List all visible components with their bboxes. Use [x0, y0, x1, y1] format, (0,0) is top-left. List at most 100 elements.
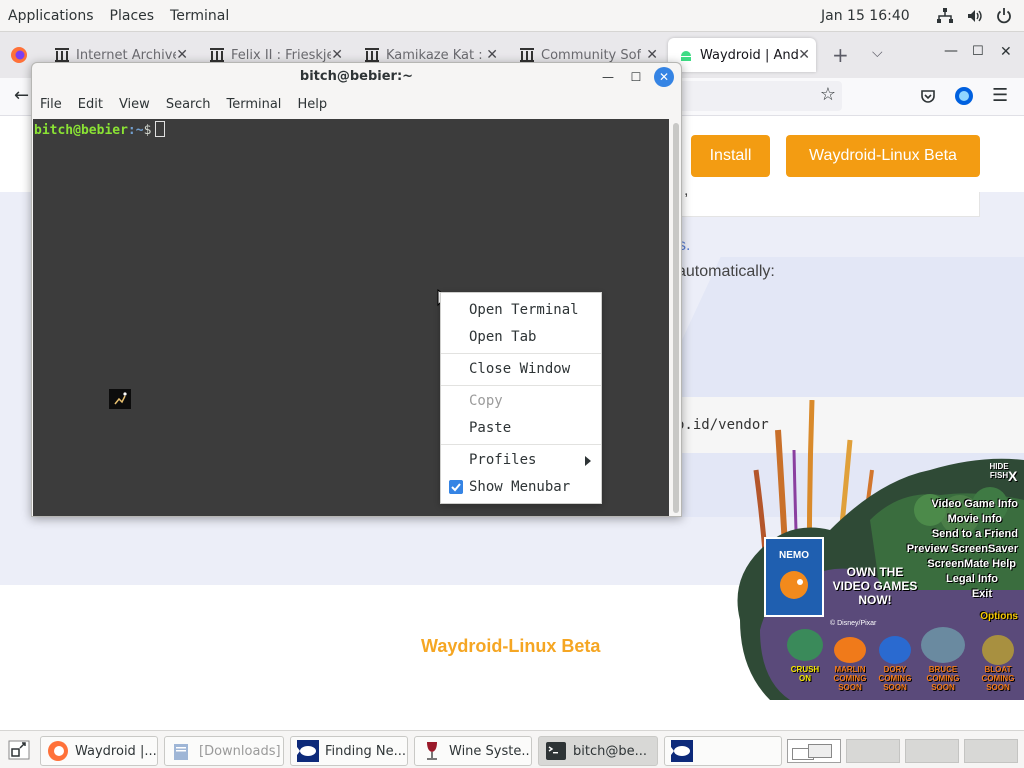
maximize-icon[interactable]: ☐ [626, 67, 646, 87]
close-tab-icon[interactable]: ✕ [646, 47, 658, 63]
menu-item-paste[interactable]: Paste [441, 415, 601, 441]
sm-movie-info[interactable]: Movie Info [948, 513, 1002, 525]
promo-line: NOW! [858, 593, 892, 607]
character-marlin[interactable]: MARLIN COMING SOON [830, 665, 870, 692]
close-tab-icon[interactable]: ✕ [331, 47, 343, 63]
volume-icon[interactable] [966, 7, 984, 25]
checkbox-checked-icon[interactable] [449, 480, 463, 494]
clock[interactable]: Jan 15 16:40 [821, 0, 910, 32]
archive-icon [55, 48, 69, 62]
character-bruce[interactable]: BRUCE COMING SOON [923, 665, 963, 692]
sm-exit[interactable]: Exit [972, 588, 992, 600]
taskbar-item-finding-nemo[interactable]: Finding Ne... [290, 736, 408, 766]
maximize-icon[interactable]: ☐ [972, 44, 984, 59]
close-icon[interactable]: ✕ [1000, 44, 1012, 60]
workspace-3[interactable] [905, 739, 959, 763]
power-icon[interactable] [995, 7, 1013, 25]
taskbar-item-downloads[interactable]: [Downloads] [164, 736, 284, 766]
tab-waydroid[interactable]: Waydroid | Andr ✕ [668, 38, 816, 72]
close-tab-icon[interactable]: ✕ [486, 47, 498, 63]
taskbar-item-wine[interactable]: Wine Syste... [414, 736, 532, 766]
tab-label: Community Soft [541, 47, 641, 63]
page-text: , [684, 182, 689, 199]
promo-line: OWN THE [846, 565, 904, 579]
shell-prompt: bitch@bebier:~$ [34, 121, 166, 138]
taskbar-item-terminal[interactable]: bitch@be... [538, 736, 658, 766]
sm-preview-screensaver[interactable]: Preview ScreenSaver [907, 543, 1018, 555]
window-title[interactable]: bitch@bebier:~ [32, 63, 681, 91]
minimize-icon[interactable]: — [598, 67, 618, 87]
info-card [660, 192, 980, 217]
workspace-1[interactable] [787, 739, 841, 763]
menu-item-show-menubar[interactable]: Show Menubar [441, 474, 601, 500]
menu-edit[interactable]: Edit [70, 93, 111, 117]
character-crush[interactable]: CRUSH ON [788, 665, 822, 683]
character-name: CRUSH [790, 665, 820, 674]
install-button[interactable]: Install [691, 135, 770, 177]
screenmate-close-button[interactable]: X [1008, 468, 1017, 484]
archive-icon [210, 48, 224, 62]
character-bloat[interactable]: BLOAT COMING SOON [978, 665, 1018, 692]
character-name: DORY [883, 665, 907, 674]
places-menu[interactable]: Places [102, 0, 163, 32]
close-icon[interactable]: ✕ [654, 67, 674, 87]
menu-item-profiles[interactable]: Profiles [441, 447, 601, 473]
workspace-window-thumb [808, 744, 832, 758]
tab-label: Internet Archive [76, 47, 176, 63]
minimize-icon[interactable]: — [944, 43, 958, 59]
back-arrow-icon[interactable]: ← [14, 85, 29, 106]
applications-menu[interactable]: Applications [0, 0, 102, 32]
folder-icon [174, 744, 188, 760]
sm-screenmate-help[interactable]: ScreenMate Help [927, 558, 1016, 570]
sm-send-to-friend[interactable]: Send to a Friend [932, 528, 1018, 540]
menu-terminal[interactable]: Terminal [218, 93, 289, 117]
menu-search[interactable]: Search [158, 93, 219, 117]
character-name: MARLIN [834, 665, 866, 674]
scrollbar[interactable] [673, 123, 679, 513]
pocket-icon[interactable] [920, 88, 936, 104]
new-tab-icon[interactable]: + [832, 43, 849, 67]
taskbar-label: bitch@be... [573, 743, 647, 759]
close-tab-icon[interactable]: ✕ [798, 47, 810, 63]
menu-item-close-window[interactable]: Close Window [441, 356, 601, 382]
character-status: COMING SOON [833, 674, 867, 692]
taskbar-item-firefox[interactable]: Waydroid |... [40, 736, 158, 766]
account-icon[interactable] [954, 86, 974, 106]
hamburger-menu-icon[interactable]: ☰ [992, 85, 1008, 106]
prompt-user: bitch@bebier [34, 123, 128, 138]
bookmark-star-icon[interactable]: ☆ [820, 84, 836, 105]
footer-beta-link[interactable]: Waydroid-Linux Beta [421, 636, 600, 657]
menu-view[interactable]: View [111, 93, 158, 117]
page-text: automatically: [677, 263, 775, 280]
close-tab-icon[interactable]: ✕ [176, 47, 188, 63]
menu-item-open-terminal[interactable]: Open Terminal [441, 297, 601, 323]
character-status: COMING SOON [981, 674, 1015, 692]
show-desktop-icon[interactable] [8, 740, 30, 760]
character-status: COMING SOON [926, 674, 960, 692]
sm-legal-info[interactable]: Legal Info [946, 573, 998, 585]
taskbar: Waydroid |... [Downloads] Finding Ne... … [0, 730, 1024, 768]
copyright-text: © Disney/Pixar [830, 620, 877, 627]
sm-options[interactable]: Options [980, 611, 1018, 622]
menu-help[interactable]: Help [289, 93, 335, 117]
menu-file[interactable]: File [32, 93, 70, 117]
network-icon[interactable] [936, 7, 954, 25]
sm-video-game-info[interactable]: Video Game Info [931, 498, 1018, 510]
waydroid-linux-beta-button[interactable]: Waydroid-Linux Beta [786, 135, 980, 177]
tab-label: Kamikaze Kat : I [386, 47, 486, 63]
character-name: BLOAT [984, 665, 1012, 674]
menu-item-copy: Copy [469, 393, 503, 409]
workspace-4[interactable] [964, 739, 1018, 763]
character-dory[interactable]: DORY COMING SOON [875, 665, 915, 692]
android-icon [681, 51, 691, 61]
desktop-pet-icon[interactable] [109, 389, 131, 409]
terminal-app-menu[interactable]: Terminal [162, 0, 237, 32]
firefox-icon[interactable] [10, 46, 28, 64]
workspace-2[interactable] [846, 739, 900, 763]
url-bar[interactable]: ☆ [676, 81, 842, 111]
character-status: COMING SOON [878, 674, 912, 692]
terminal-icon [546, 742, 566, 760]
menu-item-open-tab[interactable]: Open Tab [441, 324, 601, 350]
taskbar-item-nemo-screenmate[interactable] [664, 736, 782, 766]
chevron-down-icon[interactable]: ⌵ [872, 45, 883, 61]
